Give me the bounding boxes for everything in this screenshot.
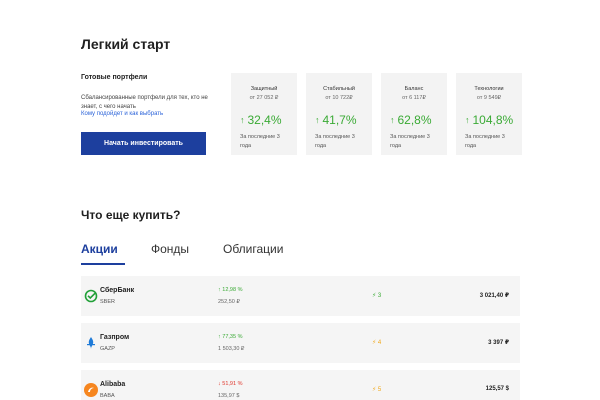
sberbank-logo-icon <box>84 289 98 303</box>
portfolio-name: Технологии <box>474 86 504 92</box>
portfolio-min-amount: от 27 052 ₽ <box>249 95 279 101</box>
stock-rating-value: 4 <box>377 340 382 346</box>
portfolio-name: Защитный <box>250 86 278 92</box>
stock-ticker: SBER <box>100 299 115 305</box>
stock-row-gazp[interactable]: Газпром GAZP ↑ 77,35 % 1 503,30 ₽ ⚡ 4 3 … <box>81 323 520 363</box>
portfolio-card-stable[interactable]: Стабильный от 10 722₽ ↑ 41,7% За последни… <box>306 73 372 155</box>
stock-value: 3 021,40 ₽ <box>479 293 509 299</box>
lightning-icon: ⚡ <box>372 387 377 393</box>
stock-ticker: GAZP <box>100 346 115 352</box>
portfolio-return-value: 32,4% <box>247 113 282 127</box>
portfolio-card-balance[interactable]: Баланс от 6 117₽ ↑ 62,8% За последние 3 г… <box>381 73 447 155</box>
arrow-up-icon: ↑ <box>315 115 320 125</box>
who-fits-link[interactable]: Кому подойдет и как выбрать <box>81 111 163 117</box>
stock-rating: ⚡ 3 <box>372 292 381 299</box>
stock-price: 252,50 ₽ <box>218 299 240 305</box>
stock-change: ↑ 77,35 % <box>218 334 242 340</box>
active-tab-indicator <box>81 263 125 265</box>
portfolio-min-amount: от 6 117₽ <box>402 95 426 101</box>
tab-bonds[interactable]: Облигации <box>223 242 283 256</box>
portfolio-return: ↑ 41,7% <box>315 113 357 127</box>
arrow-up-icon: ↑ <box>240 115 245 125</box>
stock-rating-value: 3 <box>377 293 382 299</box>
stock-ticker: BABA <box>100 393 115 399</box>
stock-value: 3 397 ₽ <box>488 340 509 346</box>
portfolio-period: За последние 3 года <box>465 134 505 149</box>
portfolio-return-value: 104,8% <box>472 113 514 127</box>
portfolio-min-amount: от 9 549₽ <box>476 95 502 101</box>
portfolio-period: За последние 3 года <box>315 134 355 149</box>
what-else-to-buy-title: Что еще купить? <box>81 208 181 222</box>
lightning-icon: ⚡ <box>372 293 377 299</box>
alibaba-logo-icon <box>84 383 98 397</box>
arrow-up-icon: ↑ <box>390 115 395 125</box>
stock-name: СберБанк <box>100 287 135 294</box>
stock-rating: ⚡ 5 <box>372 386 381 393</box>
stock-value: 125,57 $ <box>485 386 509 392</box>
portfolio-return-value: 41,7% <box>322 113 357 127</box>
stock-change: ↓ 51,91 % <box>218 381 242 387</box>
portfolio-return: ↑ 62,8% <box>390 113 432 127</box>
tab-funds[interactable]: Фонды <box>151 242 189 256</box>
arrow-up-icon: ↑ <box>465 115 470 125</box>
portfolio-return: ↑ 32,4% <box>240 113 282 127</box>
stock-change-value: 77,35 % <box>222 334 243 340</box>
stock-rating-value: 5 <box>377 387 382 393</box>
stock-name: Alibaba <box>100 381 126 388</box>
tab-stocks[interactable]: Акции <box>81 242 118 256</box>
portfolio-card-defensive[interactable]: Защитный от 27 052 ₽ ↑ 32,4% За последние… <box>231 73 297 155</box>
stock-name: Газпром <box>100 334 130 341</box>
lightning-icon: ⚡ <box>372 340 377 346</box>
portfolio-name: Стабильный <box>323 86 355 92</box>
portfolio-min-amount: от 10 722₽ <box>325 95 353 101</box>
portfolio-name: Баланс <box>404 86 424 92</box>
stock-change-value: 12,98 % <box>222 287 243 293</box>
stock-change: ↑ 12,98 % <box>218 287 242 293</box>
stock-price: 1 503,30 ₽ <box>218 346 245 352</box>
stock-row-baba[interactable]: Alibaba BABA ↓ 51,91 % 135,97 $ ⚡ 5 125,… <box>81 370 520 400</box>
stock-change-value: 51,91 % <box>222 381 243 387</box>
portfolio-period: За последние 3 года <box>240 134 280 149</box>
portfolio-card-technology[interactable]: Технологии от 9 549₽ ↑ 104,8% За последни… <box>456 73 522 155</box>
stock-price: 135,97 $ <box>218 393 240 399</box>
gazprom-logo-icon <box>84 336 98 350</box>
portfolio-period: За последние 3 года <box>390 134 430 149</box>
easy-start-title: Легкий старт <box>81 36 171 52</box>
ready-portfolios-title: Готовые портфели <box>81 74 148 81</box>
stock-row-sber[interactable]: СберБанк SBER ↑ 12,98 % 252,50 ₽ ⚡ 3 3 0… <box>81 276 520 316</box>
portfolio-return: ↑ 104,8% <box>465 113 513 127</box>
start-investing-button[interactable]: Начать инвестировать <box>81 132 206 155</box>
portfolio-return-value: 62,8% <box>397 113 432 127</box>
ready-portfolios-description: Сбалансированные портфели для тех, кто н… <box>81 95 208 110</box>
stock-rating: ⚡ 4 <box>372 339 381 346</box>
